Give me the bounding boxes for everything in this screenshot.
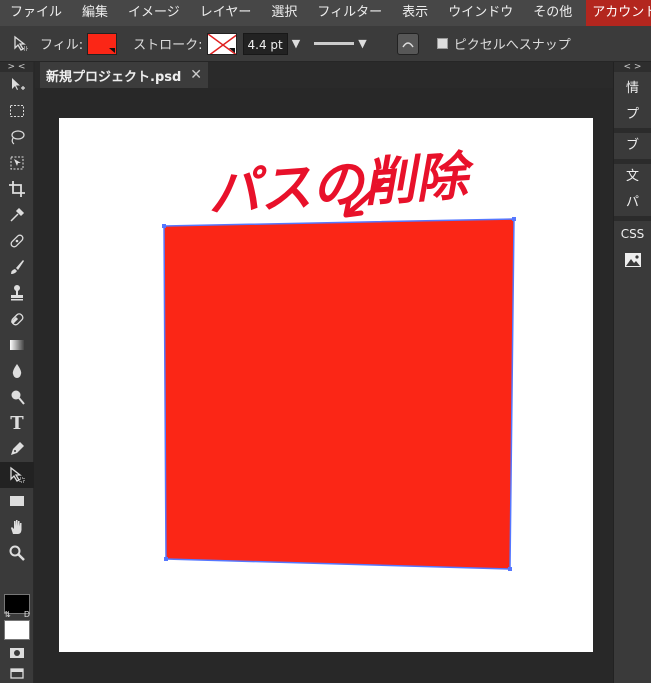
- menu-file[interactable]: ファイル: [0, 0, 72, 26]
- swap-colors-icon[interactable]: ⇅: [4, 610, 11, 619]
- image-icon: [624, 252, 641, 267]
- corner-style-button[interactable]: [396, 32, 419, 55]
- crop-tool[interactable]: [0, 176, 34, 202]
- close-icon[interactable]: ✕: [190, 67, 202, 83]
- document-canvas[interactable]: パスの削除: [59, 118, 593, 652]
- shape-tool[interactable]: [0, 488, 34, 514]
- menu-layer[interactable]: レイヤー: [190, 0, 262, 26]
- screen-mode-icon: [10, 668, 24, 679]
- annotation-label: パスの削除: [206, 146, 478, 225]
- panel-character[interactable]: 文: [614, 164, 651, 190]
- brush-icon: [11, 260, 24, 274]
- red-shape[interactable]: [163, 218, 515, 570]
- snap-checkbox[interactable]: [436, 38, 448, 49]
- lasso-tool[interactable]: [0, 124, 34, 150]
- anchor-point[interactable]: [508, 567, 512, 571]
- move-tool[interactable]: [0, 72, 34, 98]
- stroke-width-input[interactable]: 4.4 pt: [242, 32, 288, 55]
- menu-account[interactable]: アカウント: [586, 0, 651, 26]
- menu-select[interactable]: 選択: [261, 0, 307, 26]
- tool-panel: > < T ⇅ D: [0, 62, 34, 683]
- quick-select-tool[interactable]: [0, 150, 34, 176]
- stroke-style-line[interactable]: [314, 42, 355, 45]
- anchor-point[interactable]: [162, 224, 166, 228]
- right-panel: < > 情 プ ブ 文 パ CSS: [613, 62, 651, 683]
- panel-brush[interactable]: ブ: [614, 133, 651, 159]
- drop-icon: [12, 364, 22, 378]
- path-select-icon: [10, 466, 25, 483]
- menu-edit[interactable]: 編集: [72, 0, 118, 26]
- lasso-icon: [11, 130, 25, 145]
- zoom-tool[interactable]: [0, 540, 34, 566]
- menu-view[interactable]: 表示: [392, 0, 438, 26]
- type-tool[interactable]: T: [0, 410, 34, 436]
- fill-label: フィル:: [40, 38, 84, 53]
- type-icon: T: [10, 412, 24, 434]
- menu-filter[interactable]: フィルター: [307, 0, 392, 26]
- menu-image[interactable]: イメージ: [118, 0, 190, 26]
- fill-color-swatch[interactable]: [87, 32, 118, 55]
- anchor-point[interactable]: [512, 217, 516, 221]
- menu-bar: ファイル 編集 イメージ レイヤー 選択 フィルター 表示 ウインドウ その他 …: [0, 0, 651, 26]
- stroke-width-dropdown-icon[interactable]: ▼: [292, 37, 300, 50]
- right-panel-toggle[interactable]: < >: [614, 62, 651, 72]
- direct-select-tool[interactable]: [0, 462, 34, 488]
- eyedropper-icon: [10, 207, 25, 222]
- marquee-tool[interactable]: [0, 98, 34, 124]
- dodge-icon: [11, 390, 25, 405]
- marquee-icon: [10, 105, 24, 117]
- panel-css[interactable]: CSS: [614, 221, 651, 247]
- stroke-color-swatch[interactable]: [206, 32, 237, 55]
- direct-select-tool-icon: [10, 33, 32, 55]
- background-color-swatch[interactable]: [4, 620, 30, 640]
- hand-tool[interactable]: [0, 514, 34, 540]
- gradient-tool[interactable]: [0, 332, 34, 358]
- eyedropper-tool[interactable]: [0, 202, 34, 228]
- hand-icon: [11, 520, 22, 534]
- brush-tool[interactable]: [0, 254, 34, 280]
- stamp-tool[interactable]: [0, 280, 34, 306]
- magnifier-icon: [9, 545, 25, 561]
- panel-image[interactable]: [614, 247, 651, 273]
- bandage-icon: [10, 234, 24, 248]
- move-icon: [12, 78, 25, 90]
- stroke-style-dropdown-icon[interactable]: ▼: [358, 37, 366, 50]
- panel-paragraph[interactable]: パ: [614, 190, 651, 216]
- annotation-text: パスの削除: [206, 146, 478, 225]
- screen-mode-button[interactable]: [0, 660, 34, 683]
- options-bar: フィル: ストローク: 4.4 pt ▼ ▼ ピクセルへスナップ: [0, 26, 651, 62]
- gradient-icon: [10, 340, 24, 350]
- crop-icon: [9, 181, 25, 197]
- stroke-label: ストローク:: [133, 38, 203, 53]
- anchor-point[interactable]: [164, 557, 168, 561]
- default-colors-icon[interactable]: D: [24, 610, 30, 619]
- document-tab-bar: 新規プロジェクト.psd ✕: [35, 62, 613, 88]
- stamp-icon: [11, 285, 23, 301]
- snap-label: ピクセルへスナップ: [453, 38, 571, 53]
- document-tab[interactable]: 新規プロジェクト.psd ✕: [40, 62, 208, 88]
- pen-icon: [11, 442, 24, 455]
- tool-panel-toggle[interactable]: > <: [0, 62, 33, 72]
- blur-tool[interactable]: [0, 358, 34, 384]
- eraser-icon: [10, 313, 24, 326]
- pen-tool[interactable]: [0, 436, 34, 462]
- panel-properties[interactable]: プ: [614, 102, 651, 128]
- rectangle-icon: [10, 496, 24, 506]
- workspace: パスの削除: [35, 88, 613, 683]
- dodge-tool[interactable]: [0, 384, 34, 410]
- menu-more[interactable]: その他: [523, 0, 582, 26]
- quick-select-icon: [10, 156, 24, 170]
- eraser-tool[interactable]: [0, 306, 34, 332]
- healing-tool[interactable]: [0, 228, 34, 254]
- menu-window[interactable]: ウインドウ: [438, 0, 523, 26]
- panel-info[interactable]: 情: [614, 76, 651, 102]
- document-tab-title: 新規プロジェクト.psd: [46, 69, 182, 85]
